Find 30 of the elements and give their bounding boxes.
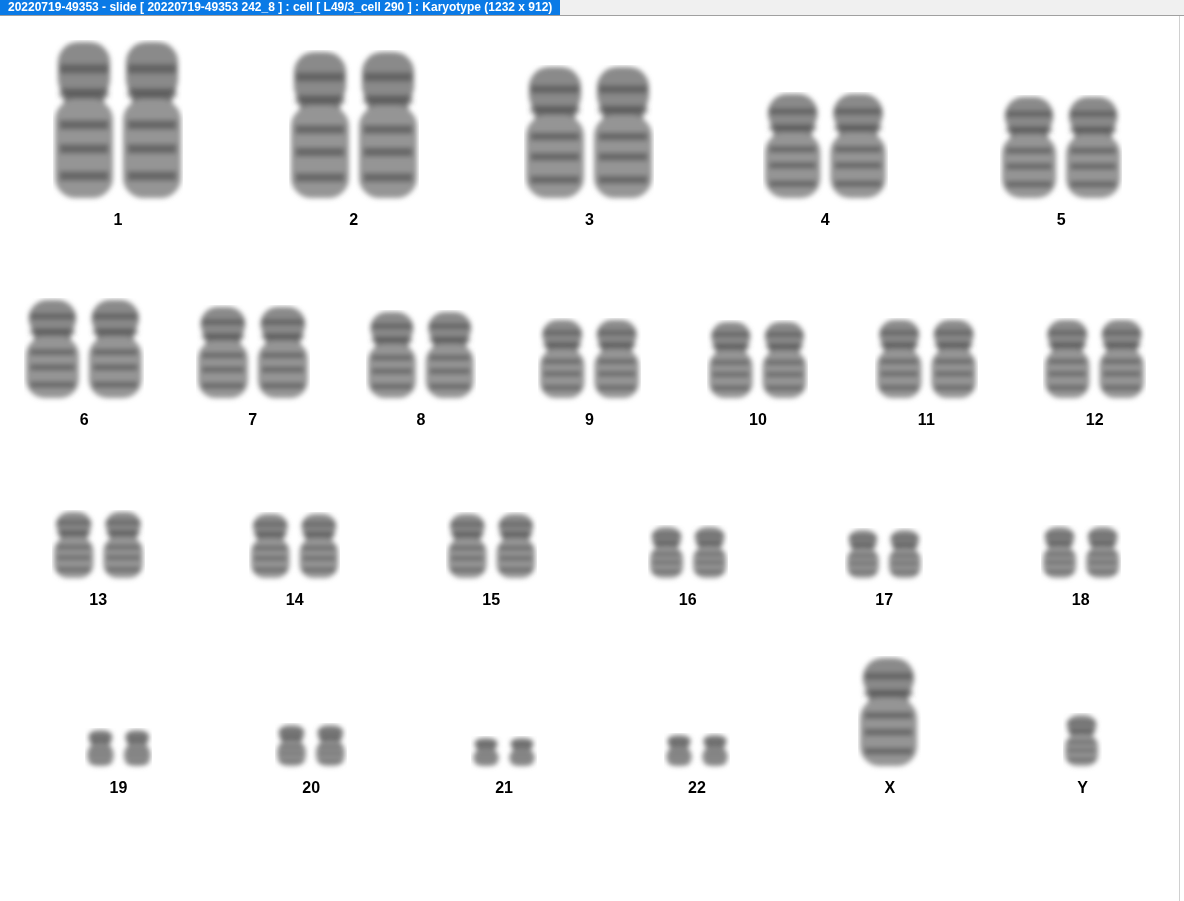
chromosome-pair-drawing	[665, 735, 728, 766]
chromosome-number: X	[884, 778, 896, 798]
chromosome-pair-drawing	[86, 730, 151, 766]
chromosome-pair-drawing	[473, 738, 536, 766]
chromosome-drawing	[1065, 715, 1099, 766]
chromosome-number: 5	[1056, 210, 1066, 230]
chromosome-number: 20	[302, 778, 321, 798]
chromosome-number: 7	[248, 410, 258, 430]
chromosome-number: 2	[349, 210, 359, 230]
chromosome-number: 18	[1071, 590, 1090, 610]
chromosome-number: 19	[109, 778, 128, 798]
chromosome-number: 11	[917, 410, 935, 430]
chromosome-pair-drawing	[277, 725, 346, 766]
chromosome-number: 17	[875, 590, 894, 610]
window-title[interactable]: 20220719-49353 - slide [ 20220719-49353 242_8 ] : cell [ L49/3_cell 290 ] : Karyotype (1232 x 912)	[0, 0, 561, 15]
chromosome-number: 15	[482, 590, 501, 610]
chromosome-number: 22	[688, 778, 706, 798]
chromosome-number: 10	[749, 410, 767, 430]
chromosome-number: 6	[79, 410, 89, 430]
chromosome-number: 13	[89, 590, 108, 610]
chromosome-number: 1	[113, 210, 123, 230]
chromosome-number: Y	[1077, 778, 1088, 798]
chromosome-number: 16	[678, 590, 697, 610]
chromosome-number: 21	[495, 778, 513, 798]
chromosome-number: 3	[585, 210, 594, 230]
chromosome-number: 9	[585, 410, 594, 430]
chromosome-number: 8	[416, 410, 426, 430]
chromosome-number: 12	[1085, 410, 1104, 430]
chromosome-number: 4	[820, 210, 830, 230]
chromosome-number: 14	[285, 590, 304, 610]
